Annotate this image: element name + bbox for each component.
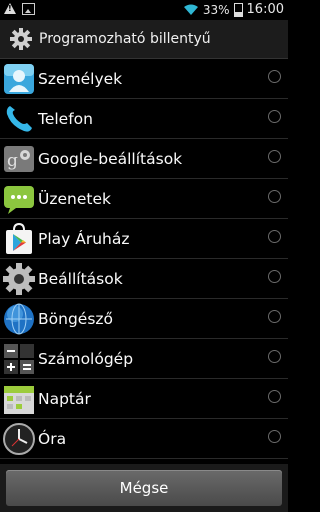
- radio-button[interactable]: [268, 70, 281, 83]
- calculator-icon: [1, 341, 37, 377]
- app-label: Személyek: [38, 69, 123, 88]
- messages-icon: [1, 181, 37, 217]
- wifi-icon: [183, 4, 198, 15]
- svg-text:g: g: [7, 151, 18, 171]
- warning-icon: [4, 3, 16, 14]
- list-item-szemelyek[interactable]: Személyek: [0, 59, 288, 99]
- app-label: Böngésző: [38, 309, 114, 328]
- calendar-icon: [1, 381, 37, 417]
- image-icon: [22, 3, 35, 15]
- google-settings-icon: g: [1, 141, 37, 177]
- cancel-button[interactable]: Mégse: [6, 470, 282, 506]
- phone-icon: [1, 101, 37, 137]
- radio-button[interactable]: [268, 350, 281, 363]
- list-item-beallitasok[interactable]: Beállítások: [0, 259, 288, 299]
- radio-button[interactable]: [268, 110, 281, 123]
- radio-button[interactable]: [268, 310, 281, 323]
- radio-button[interactable]: [268, 150, 281, 163]
- app-label: Óra: [38, 429, 67, 448]
- dialog-header: Programozható billentyű: [0, 20, 288, 59]
- settings-gear-icon: [1, 261, 37, 297]
- app-label: Google-beállítások: [38, 149, 183, 168]
- app-label: Play Áruház: [38, 229, 130, 248]
- browser-globe-icon: [1, 301, 37, 337]
- list-item-ora[interactable]: Óra: [0, 419, 288, 459]
- gear-icon: [10, 28, 32, 50]
- battery-icon: [233, 2, 243, 17]
- app-label: Beállítások: [38, 269, 123, 288]
- list-item-szamologep[interactable]: Számológép: [0, 339, 288, 379]
- app-label: Számológép: [38, 349, 134, 368]
- radio-button[interactable]: [268, 190, 281, 203]
- radio-button[interactable]: [268, 430, 281, 443]
- app-label: Naptár: [38, 389, 91, 408]
- list-item-telefon[interactable]: Telefon: [0, 99, 288, 139]
- status-bar: 33% 16:00: [0, 0, 288, 20]
- clock-icon: [1, 421, 37, 457]
- list-item-uzenetek[interactable]: Üzenetek: [0, 179, 288, 219]
- app-label: Telefon: [38, 109, 93, 128]
- app-label: Üzenetek: [38, 189, 111, 208]
- app-list[interactable]: Személyek Telefon g Google-beállítások Ü…: [0, 59, 288, 464]
- battery-percent: 33%: [202, 2, 230, 17]
- radio-button[interactable]: [268, 390, 281, 403]
- play-store-icon: [1, 221, 37, 257]
- list-item-play-aruhaz[interactable]: Play Áruház: [0, 219, 288, 259]
- radio-button[interactable]: [268, 230, 281, 243]
- dialog-title: Programozható billentyű: [39, 31, 211, 47]
- contacts-icon: [1, 61, 37, 97]
- list-item-google-beallitasok[interactable]: g Google-beállítások: [0, 139, 288, 179]
- list-item-naptar[interactable]: Naptár: [0, 379, 288, 419]
- clock-time: 16:00: [246, 2, 284, 17]
- dialog-button-bar: Mégse: [0, 464, 288, 512]
- list-item-bongeszo[interactable]: Böngésző: [0, 299, 288, 339]
- radio-button[interactable]: [268, 270, 281, 283]
